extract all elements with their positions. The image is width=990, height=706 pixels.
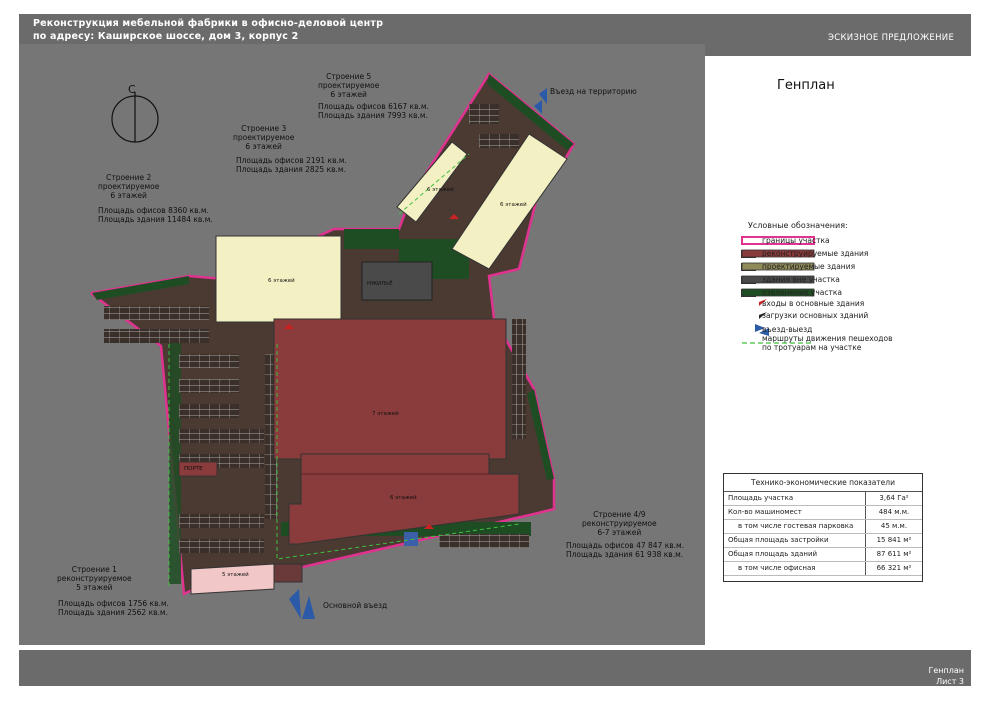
compass-letter: С [128,83,136,96]
building-3-annotation: Строение 3 проектируемое 6 этажей [233,124,295,151]
footer-sheet-number: Лист 3 [936,677,964,686]
parking-row [179,514,264,528]
sheet-title: Генплан [777,78,835,93]
parking-row [179,539,264,553]
legend-label-entrances: входы в основные здания [762,299,865,308]
legend-label-boundary: границы участка [762,236,830,245]
parking-row [104,329,209,343]
table-row: Площадь участка 3,64 Га² [724,492,922,506]
legend-label-designed: проектируемые здания [762,262,856,271]
building-3-areas: Площадь офисов 2191 кв.м. Площадь здания… [236,156,347,174]
legend-label-entry-exit: въезд-выезд [762,325,813,334]
legend-label-pedestrian-2: по тротуарам на участке [762,343,862,352]
building-1-annex [273,563,303,583]
main-entry-label: Основной въезд [323,601,388,610]
building-4-9-annotation: Строение 4/9 реконструируемое 6-7 этажей [582,510,657,537]
building-1-annotation: Строение 1 реконструируемое 5 этажей [57,565,132,592]
tech-economic-table: Технико-экономические показатели Площадь… [723,473,923,582]
parking-row [104,306,209,320]
legend-title: Условные обозначения: [748,221,848,230]
stage-label: ЭСКИЗНОЕ ПРЕДЛОЖЕНИЕ [828,33,955,43]
entry-exit-icon [289,589,315,619]
table-row: в том числе гостевая парковка 45 м.м. [724,520,922,534]
legend-label-green: озеленение участка [762,288,842,297]
legend-label-pedestrian-1: маршруты движения пешеходов [762,334,893,343]
building-4-9-north-label: 7 этажей [372,411,399,417]
parking-row [179,404,239,418]
building-1-floors-label: 5 этажей [222,572,249,578]
fountain [404,532,418,546]
project-title-line2: по адресу: Каширское шоссе, дом 3, корпу… [33,31,299,42]
green-zone [344,229,399,249]
building-5-annotation: Строение 5 проектируемое 6 этажей [318,72,380,99]
legend-label-existing: здания вне участка [762,275,840,284]
parking-row [439,534,529,548]
porter-label: ПОРТЕ [184,466,203,472]
building-4-9-south-label: 6 этажей [390,495,417,501]
table-row: Общая площадь застройки 15 841 м² [724,534,922,548]
project-title-line1: Реконструкция мебельной фабрики в офисно… [33,18,384,29]
table-row: Кол-во машиномест 484 м.м. [724,506,922,520]
table-title: Технико-экономические показатели [724,474,922,492]
building-2-annotation: Строение 2 проектируемое 6 этажей [98,173,160,200]
building-4-9-plan-north [273,318,507,460]
parking-row [179,429,264,443]
building-5-areas: Площадь офисов 6167 кв.м. Площадь здания… [318,102,429,120]
table-row: в том числе офисная 66 321 м² [724,562,922,576]
building-2-areas: Площадь офисов 8360 кв.м. Площадь здания… [98,206,213,224]
building-1-areas: Площадь офисов 1756 кв.м. Площадь здания… [58,599,169,617]
parking-row [512,319,526,439]
legend-label-loading: загрузки основных зданий [762,311,869,320]
footer-title: Генплан [928,666,964,675]
legend-label-reconstructed: реконструируемые здания [762,249,869,258]
north-arrow-icon [111,92,159,143]
existing-building-label: НЖИЛЬЁ [367,281,393,287]
parking-row [179,354,239,368]
building-3-floors-label: 6 этажей [427,187,454,193]
table-row: Общая площадь зданий 87 611 м² [724,548,922,562]
entry-territory-label: Въезд на территорию [550,87,637,96]
entry-exit-icon [534,88,547,114]
building-4-9-areas: Площадь офисов 47 847 кв.м. Площадь здан… [566,541,685,559]
footer-notch [19,650,971,686]
parking-row [479,134,519,148]
building-2-floors-label: 6 этажей [268,278,295,284]
building-5-floors-label: 6 этажей [500,202,527,208]
parking-row [179,379,239,393]
parking-row [469,104,499,124]
